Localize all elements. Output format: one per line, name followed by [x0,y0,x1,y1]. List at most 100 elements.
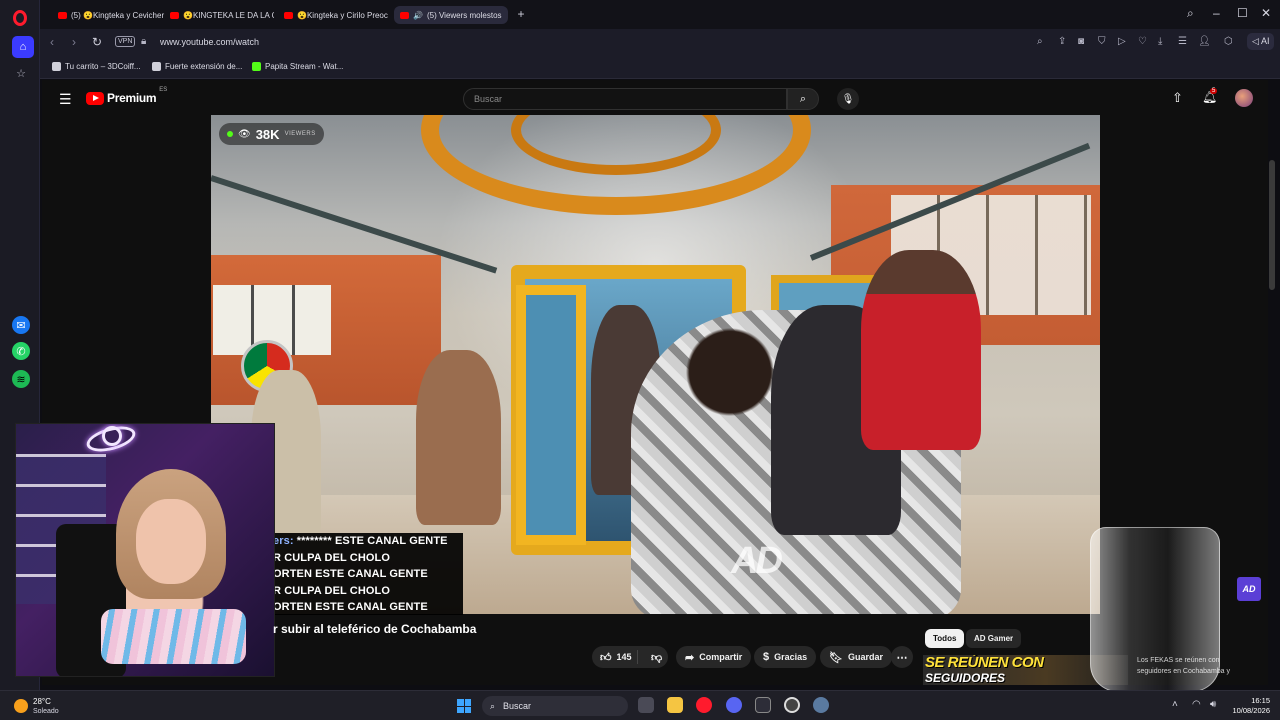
video-frame [516,285,586,545]
search-tabs-icon[interactable]: ⌕ [1187,6,1194,21]
search-icon[interactable]: ⌕ [1037,36,1043,47]
sun-icon[interactable] [14,699,28,713]
live-dot-icon [227,131,233,137]
settings-icon[interactable] [813,697,829,713]
eye-icon: 👁︎ [238,128,251,140]
menu-icon[interactable]: ☰ [59,91,72,108]
webcam-frame [101,609,246,664]
avatar[interactable] [1235,89,1253,107]
youtube-play-icon [86,91,104,105]
youtube-icon [284,11,293,19]
more-icon: ⋯ [896,651,908,664]
video-frame [416,350,501,525]
opera-logo-icon[interactable] [13,10,27,26]
tab-2[interactable]: 😮KINGTEKA LE DA LA CO [164,6,274,24]
file-explorer-icon[interactable] [667,697,683,713]
youtube-icon [58,11,67,19]
app-icon[interactable] [755,697,771,713]
super-thanks-icon: $ [763,651,770,663]
forward-icon[interactable]: › [72,35,76,49]
youtube-icon [170,11,179,19]
search-icon: ⌕ [490,700,496,711]
ad-gamer-logo-icon: AD [1237,577,1261,601]
play-icon[interactable]: ▷ [1118,36,1126,47]
chip-all[interactable]: Todos [925,629,965,648]
bookmark-favicon-icon [152,62,161,71]
maximize-button[interactable]: ☐ [1237,6,1248,20]
shield-icon[interactable]: ⛉ [1098,36,1106,47]
tab-3[interactable]: 😮Kingteka y Cirilo Preoc [278,6,390,24]
bookmark-2[interactable]: Fuerte extensión de... [152,62,242,71]
thanks-button[interactable]: $ Gracias [754,646,817,668]
taskbar-search[interactable]: ⌕ Buscar [482,696,628,716]
video-frame [861,250,981,450]
profile-icon[interactable]: 👤︎ [1198,36,1211,47]
tab-1[interactable]: (5) 😮Kingteka y Cevicher [52,6,172,24]
bookmark-icon: 🔖︎ [829,651,843,664]
webcam-frame [136,499,206,584]
more-actions-button[interactable]: ⋯ [891,646,913,668]
url-field[interactable]: www.youtube.com/watch [160,37,259,47]
chat-message: ers: ******** ESTE CANAL GENTE [273,535,448,547]
messenger-icon[interactable]: ✉ [12,316,30,334]
taskbar: 28°C Soleado ⌕ Buscar ˄ ◠ 🔊︎ 16:15 10/08… [0,690,1280,720]
close-button[interactable]: ✕ [1261,6,1271,20]
list-icon[interactable]: ☰ [1178,36,1187,47]
heart-icon[interactable]: ♡ [1138,36,1147,47]
discord-icon[interactable] [726,697,742,713]
tab-4-active[interactable]: 🔊 (5) Viewers molestos [394,6,508,24]
like-button[interactable]: 👍︎ 145 [592,650,638,664]
bookmark-favicon-icon [52,62,61,71]
youtube-logo[interactable]: Premium ES [86,87,167,105]
lock-icon[interactable]: 🔒︎ [141,36,146,47]
task-view-icon[interactable] [638,697,654,713]
bookmarks-bar: Tu carrito – 3DCoiff... Fuerte extensión… [40,56,1280,79]
star-icon[interactable]: ☆ [12,64,30,82]
youtube-icon [400,11,409,19]
save-button[interactable]: 🔖︎ Guardar [820,646,892,668]
vpn-badge[interactable]: VPN [115,36,136,47]
start-button[interactable] [457,699,471,713]
bookmark-1[interactable]: Tu carrito – 3DCoiff... [52,62,141,71]
opera-icon[interactable] [696,697,712,713]
spotify-icon[interactable]: ≋ [12,370,30,388]
share-icon[interactable]: ⇪ [1058,36,1066,47]
upload-icon[interactable]: ⇧ [1172,90,1183,106]
bookmark-3[interactable]: Papita Stream - Wat... [252,62,343,71]
new-tab-button[interactable]: + [514,7,528,21]
like-dislike-group: 👍︎ 145 👎︎ [592,646,668,668]
chip-ad-gamer[interactable]: AD Gamer [966,629,1022,648]
search-button[interactable]: ⌕ [787,88,819,110]
camera-icon[interactable]: ◙ [1078,36,1084,47]
video-title: r subir al teleférico de Cochabamba [273,622,477,636]
share-button[interactable]: ➦ Compartir [676,646,752,668]
webcam-frame [102,426,122,446]
obs-icon[interactable] [784,697,800,713]
glass-overlay [1090,527,1220,692]
whatsapp-icon[interactable]: ✆ [12,342,30,360]
search-input[interactable] [464,89,786,109]
clock[interactable]: 16:15 10/08/2026 [1226,696,1270,716]
chevron-up-icon[interactable]: ˄ [1172,699,1178,710]
volume-icon[interactable]: 🔊︎ [1210,699,1216,710]
dislike-button[interactable]: 👎︎ [643,651,662,664]
extensions-icon[interactable]: ⬡ [1224,36,1233,47]
tab-bar: (5) 😮Kingteka y Cevicher 😮KINGTEKA LE DA… [40,0,1280,29]
download-icon[interactable]: ⤓ [1158,36,1162,47]
share-arrow-icon: ➦ [685,651,695,664]
scrollbar[interactable] [1269,160,1275,290]
speaker-icon[interactable]: 🔊 [413,11,423,20]
viewer-counter: 👁︎ 38K VIEWERS [219,123,324,145]
chat-message: R CULPA DEL CHOLO [273,551,390,564]
chat-message: ORTEN ESTE CANAL GENTE [273,601,428,613]
ai-button[interactable]: ◁ AI [1247,33,1275,50]
back-icon[interactable]: ‹ [50,35,54,49]
minimize-button[interactable]: – [1213,6,1220,20]
reload-icon[interactable]: ↻ [92,35,102,49]
wifi-icon[interactable]: ◠ [1192,699,1201,710]
microphone-icon[interactable]: 🎙︎ [837,88,859,110]
home-icon[interactable]: ⌂ [12,36,34,58]
chat-message: R CULPA DEL CHOLO [273,584,390,597]
address-bar: ‹ › ↻ VPN 🔒︎ www.youtube.com/watch ⌕ ⇪ ◙… [40,29,1280,56]
thumbs-down-icon: 👎︎ [651,651,663,664]
